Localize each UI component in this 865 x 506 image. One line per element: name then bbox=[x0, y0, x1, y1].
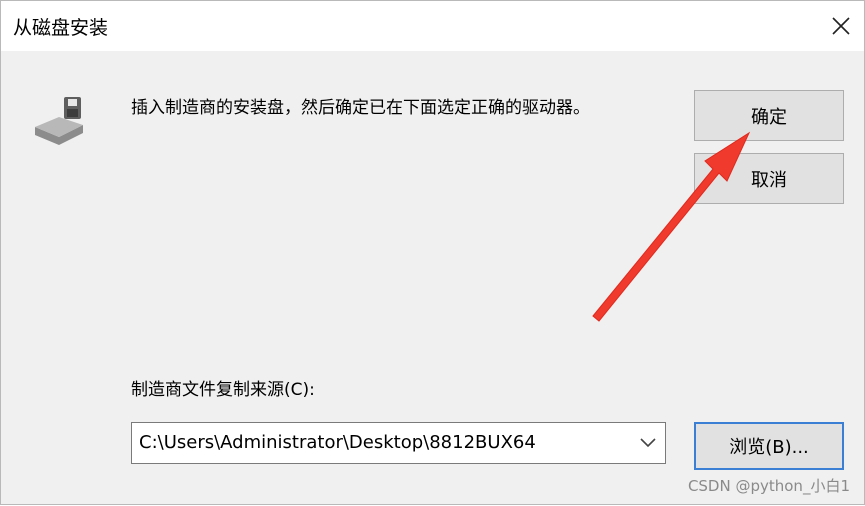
annotation-arrow bbox=[592, 131, 751, 322]
watermark-text: CSDN @python_小白1 bbox=[687, 477, 850, 495]
install-from-disk-dialog: 从磁盘安装 插入制造商的安装盘，然后确定已在下面选定正确的驱动器。 确定 取消 … bbox=[0, 0, 865, 505]
